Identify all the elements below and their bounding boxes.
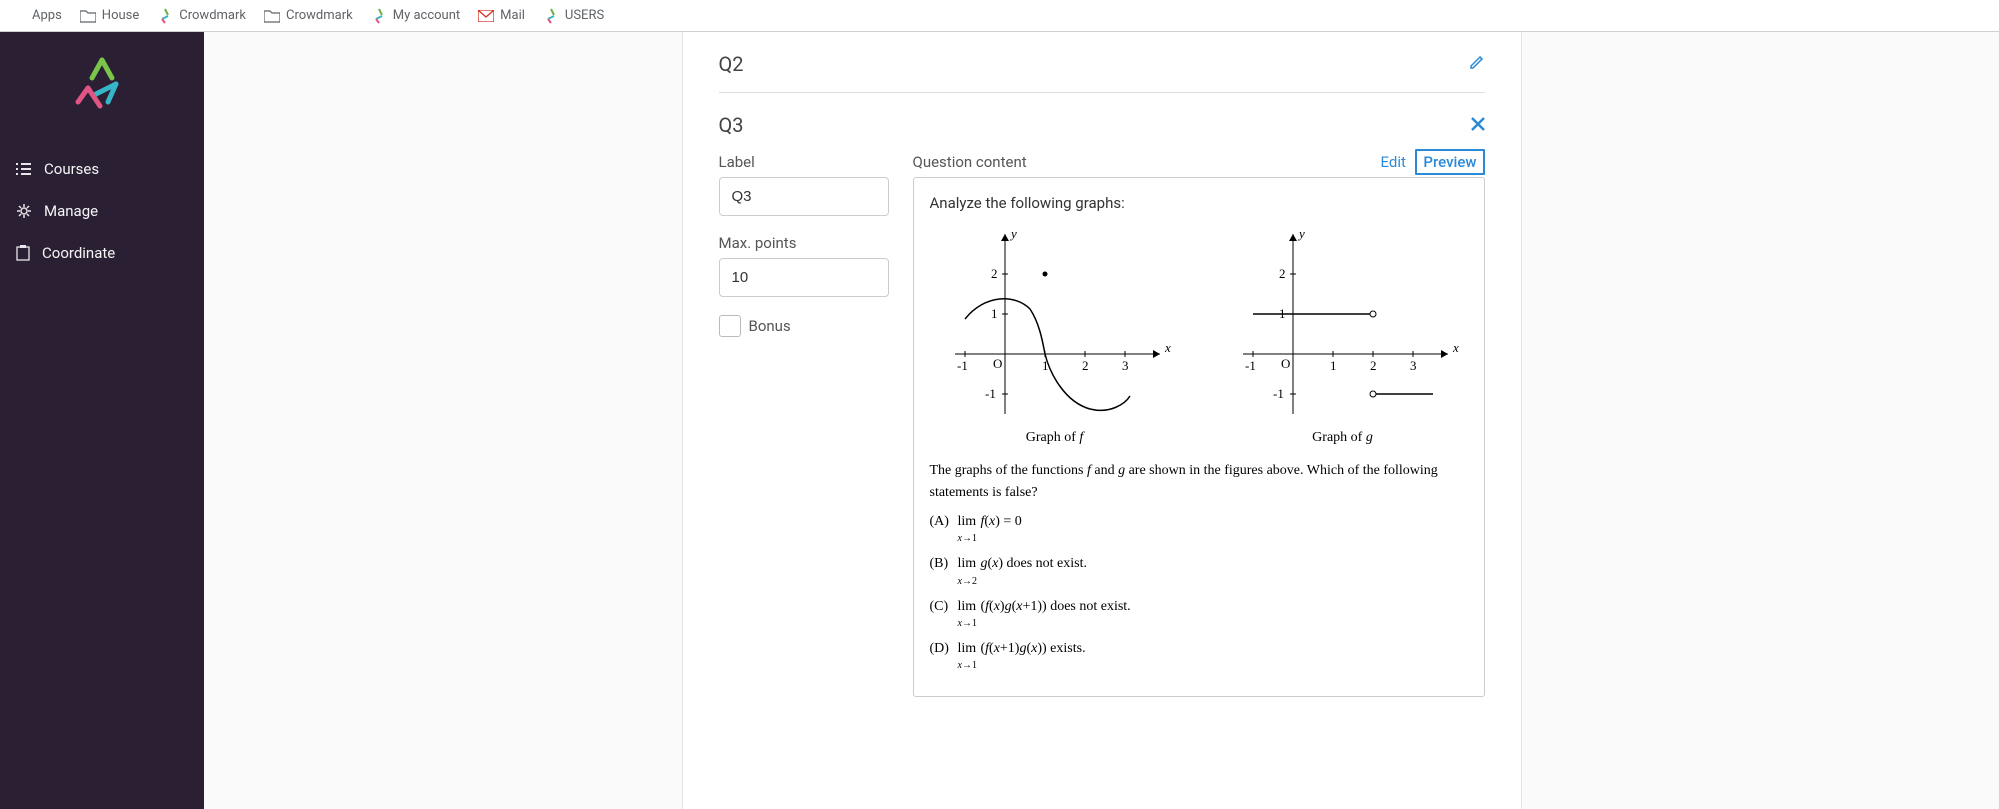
folder-icon bbox=[264, 9, 280, 23]
bookmark-label: Apps bbox=[32, 8, 62, 23]
svg-text:-1: -1 bbox=[985, 386, 996, 401]
statement-text: The graphs of the functions f and g are … bbox=[930, 460, 1468, 505]
svg-text:2: 2 bbox=[1370, 358, 1377, 373]
q3-title: Q3 bbox=[719, 113, 744, 137]
sidebar-item-courses[interactable]: Courses bbox=[0, 148, 204, 190]
svg-text:-1: -1 bbox=[1245, 358, 1256, 373]
tab-preview[interactable]: Preview bbox=[1415, 149, 1484, 175]
graph-f-caption: Graph of f bbox=[1026, 430, 1084, 446]
bookmark-label: Crowdmark bbox=[286, 8, 353, 23]
question-panel: Q2 Q3 bbox=[682, 32, 1522, 809]
bookmark-label: My account bbox=[393, 8, 460, 23]
bookmark-crowdmark-1[interactable]: Crowdmark bbox=[157, 8, 246, 24]
folder-icon bbox=[80, 9, 96, 23]
sidebar-logo bbox=[0, 54, 204, 118]
svg-text:2: 2 bbox=[991, 266, 998, 281]
bookmark-label: Crowdmark bbox=[179, 8, 246, 23]
graph-f-svg: x y O -1 1 2 3 2 1 - bbox=[935, 224, 1175, 424]
bookmark-crowdmark-2[interactable]: Crowdmark bbox=[264, 8, 353, 23]
bookmark-users[interactable]: USERS bbox=[543, 8, 604, 24]
list-icon bbox=[16, 162, 32, 176]
svg-text:2: 2 bbox=[1082, 358, 1089, 373]
option-b: (B) limx→2 g(x) does not exist. bbox=[930, 553, 1468, 589]
option-c: (C) limx→1 (f(x)g(x+1)) does not exist. bbox=[930, 596, 1468, 632]
label-input[interactable] bbox=[719, 177, 889, 216]
bookmark-label: USERS bbox=[565, 8, 604, 23]
figure-row: x y O -1 1 2 3 2 1 - bbox=[930, 224, 1468, 446]
svg-text:3: 3 bbox=[1122, 358, 1129, 373]
graph-g: x y O -1 1 2 3 2 1 - bbox=[1218, 224, 1468, 446]
graph-g-caption: Graph of g bbox=[1312, 430, 1373, 446]
sidebar-item-label: Coordinate bbox=[42, 244, 115, 262]
sidebar-item-coordinate[interactable]: Coordinate bbox=[0, 232, 204, 274]
crowdmark-icon bbox=[157, 8, 173, 24]
sidebar-item-manage[interactable]: Manage bbox=[0, 190, 204, 232]
svg-text:y: y bbox=[1009, 226, 1017, 241]
bookmark-apps[interactable]: Apps bbox=[10, 8, 62, 24]
bookmark-my-account[interactable]: My account bbox=[371, 8, 460, 24]
bookmark-mail[interactable]: Mail bbox=[478, 8, 525, 23]
tab-edit[interactable]: Edit bbox=[1375, 151, 1412, 173]
svg-text:O: O bbox=[1281, 356, 1290, 371]
close-icon bbox=[1471, 117, 1485, 131]
question-settings: Label Max. points Bonus bbox=[719, 153, 889, 697]
bookmark-house[interactable]: House bbox=[80, 8, 139, 23]
crowdmark-logo-icon bbox=[70, 54, 134, 118]
remove-button[interactable] bbox=[1471, 115, 1485, 136]
content-heading: Question content bbox=[913, 153, 1027, 171]
gear-icon bbox=[16, 203, 32, 219]
svg-text:-1: -1 bbox=[1273, 386, 1284, 401]
svg-text:2: 2 bbox=[1279, 266, 1286, 281]
bookmark-label: Mail bbox=[500, 8, 525, 23]
svg-text:O: O bbox=[993, 356, 1002, 371]
option-d: (D) limx→1 (f(x+1)g(x)) exists. bbox=[930, 638, 1468, 674]
crowdmark-icon bbox=[543, 8, 559, 24]
svg-text:-1: -1 bbox=[957, 358, 968, 373]
question-q3: Q3 Label Max. points bbox=[719, 93, 1485, 721]
svg-text:x: x bbox=[1164, 340, 1171, 355]
edit-button[interactable] bbox=[1469, 54, 1485, 74]
bookmarks-bar: Apps House Crowdmark Crowdmark My accoun… bbox=[0, 0, 1999, 32]
question-content: Question content Edit Preview Analyze th… bbox=[913, 153, 1485, 697]
points-label: Max. points bbox=[719, 234, 889, 252]
bookmark-label: House bbox=[102, 8, 139, 23]
bonus-checkbox[interactable] bbox=[719, 315, 741, 337]
svg-text:y: y bbox=[1297, 226, 1305, 241]
content-tabs: Edit Preview bbox=[1375, 153, 1485, 171]
preview-box: Analyze the following graphs: bbox=[913, 177, 1485, 697]
svg-text:x: x bbox=[1452, 340, 1459, 355]
crowdmark-icon bbox=[371, 8, 387, 24]
svg-text:1: 1 bbox=[1330, 358, 1337, 373]
gmail-icon bbox=[478, 10, 494, 22]
svg-text:1: 1 bbox=[991, 306, 998, 321]
sidebar: Courses Manage Coordinate bbox=[0, 32, 204, 809]
svg-text:3: 3 bbox=[1410, 358, 1417, 373]
clipboard-icon bbox=[16, 245, 30, 261]
graph-f: x y O -1 1 2 3 2 1 - bbox=[930, 224, 1180, 446]
sidebar-item-label: Courses bbox=[44, 160, 99, 178]
bonus-label: Bonus bbox=[749, 317, 791, 335]
option-a: (A) limx→1 f(x) = 0 bbox=[930, 511, 1468, 547]
question-q2: Q2 bbox=[719, 32, 1485, 93]
graph-g-svg: x y O -1 1 2 3 2 1 - bbox=[1223, 224, 1463, 424]
label-label: Label bbox=[719, 153, 889, 171]
points-input[interactable] bbox=[719, 258, 889, 297]
content-area: Q2 Q3 bbox=[204, 32, 1999, 809]
q2-title: Q2 bbox=[719, 52, 744, 76]
instruction-text: Analyze the following graphs: bbox=[930, 194, 1468, 212]
pencil-icon bbox=[1469, 54, 1485, 70]
statement-block: The graphs of the functions f and g are … bbox=[930, 460, 1468, 674]
apps-grid-icon bbox=[10, 8, 26, 24]
sidebar-item-label: Manage bbox=[44, 202, 98, 220]
